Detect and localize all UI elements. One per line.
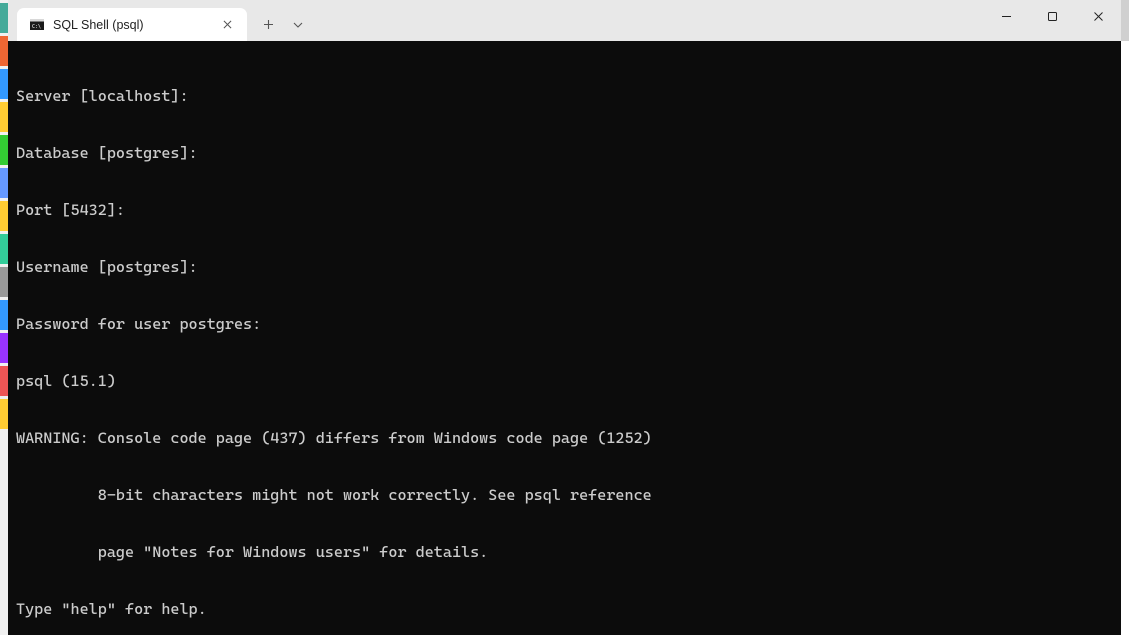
minimize-button[interactable]: [983, 0, 1029, 32]
terminal-line: page "Notes for Windows users" for detai…: [16, 543, 1113, 562]
tab-actions: [253, 8, 313, 41]
terminal-line: 8-bit characters might not work correctl…: [16, 486, 1113, 505]
titlebar[interactable]: C:\ SQL Shell (psql): [8, 0, 1121, 41]
terminal-body[interactable]: Server [localhost]: Database [postgres]:…: [8, 41, 1121, 635]
background-right-strip: [1121, 41, 1129, 635]
terminal-window: C:\ SQL Shell (psql): [8, 0, 1121, 635]
terminal-line: psql (15.1): [16, 372, 1113, 391]
terminal-line: Database [postgres]:: [16, 144, 1113, 163]
terminal-line: Type "help" for help.: [16, 600, 1113, 619]
cmd-icon: C:\: [29, 17, 45, 33]
maximize-button[interactable]: [1029, 0, 1075, 32]
tab-close-button[interactable]: [215, 13, 239, 37]
terminal-line: Password for user postgres:: [16, 315, 1113, 334]
desktop-left-edge: [0, 0, 8, 635]
window-controls: [983, 0, 1121, 32]
new-tab-button[interactable]: [253, 11, 283, 39]
tab-sql-shell[interactable]: C:\ SQL Shell (psql): [17, 8, 247, 41]
tab-dropdown-button[interactable]: [283, 11, 313, 39]
svg-text:C:\: C:\: [32, 24, 41, 30]
terminal-line: Server [localhost]:: [16, 87, 1113, 106]
tab-title: SQL Shell (psql): [53, 18, 215, 32]
terminal-line: Username [postgres]:: [16, 258, 1113, 277]
terminal-line: Port [5432]:: [16, 201, 1113, 220]
close-button[interactable]: [1075, 0, 1121, 32]
terminal-line: WARNING: Console code page (437) differs…: [16, 429, 1113, 448]
